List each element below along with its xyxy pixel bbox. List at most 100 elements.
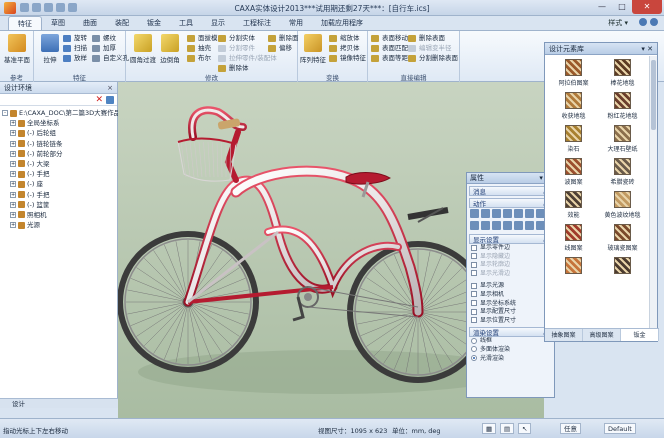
help-icon[interactable]	[639, 18, 647, 26]
action-icon[interactable]	[514, 209, 523, 218]
edit-variable-radius-button[interactable]: 编辑变半径	[408, 44, 452, 53]
library-item[interactable]: 波图案	[549, 158, 598, 187]
expand-icon[interactable]: +	[10, 191, 16, 198]
library-item[interactable]: 粉红花地毯	[598, 92, 647, 121]
tab-surface[interactable]: 曲面	[74, 16, 106, 30]
expand-icon[interactable]: +	[10, 160, 16, 167]
action-icon[interactable]	[470, 221, 479, 230]
action-icon[interactable]	[525, 221, 534, 230]
tree-item[interactable]: - E:\CAXA_DOC\第二篇3D大赛作品	[2, 108, 120, 118]
checkbox[interactable]	[471, 317, 477, 324]
tree-item[interactable]: + (-) 座	[2, 179, 117, 189]
filter-icon[interactable]	[106, 96, 114, 104]
checkbox[interactable]	[471, 282, 477, 289]
radio-button[interactable]	[471, 355, 477, 362]
tab-sketch[interactable]: 草图	[42, 16, 74, 30]
tab-common[interactable]: 常用	[280, 16, 312, 30]
library-close-icon[interactable]: ▾ ✕	[641, 43, 653, 55]
tab-annotation[interactable]: 工程标注	[234, 16, 280, 30]
delete-face-edit-button[interactable]: 删除表面	[408, 34, 445, 43]
checkbox[interactable]	[471, 270, 477, 277]
tree-item[interactable]: + (-) 前轮部分	[2, 149, 117, 159]
library-item[interactable]: 收获地毯	[549, 92, 598, 121]
checkbox[interactable]	[471, 244, 477, 251]
tree-item[interactable]: + 全局坐标系	[2, 118, 117, 128]
tab-advanced-patterns[interactable]: 高级图案	[583, 329, 621, 341]
expand-icon[interactable]: +	[10, 130, 16, 137]
action-icon[interactable]	[492, 221, 501, 230]
tolerance-select[interactable]: 任意	[560, 423, 581, 434]
thread-button[interactable]: 螺纹	[92, 34, 116, 43]
library-item[interactable]: 大理石壁纸	[598, 125, 647, 154]
library-item[interactable]: 染石	[549, 125, 598, 154]
expand-icon[interactable]: +	[10, 171, 16, 178]
expand-icon[interactable]: +	[10, 140, 16, 147]
render-option[interactable]: 线框	[467, 337, 554, 346]
section-render[interactable]: 渲染设置 ︽	[469, 327, 552, 338]
library-item[interactable]: 效能	[549, 191, 598, 220]
action-icon[interactable]	[514, 221, 523, 230]
tree-item[interactable]: + (-) 大梁	[2, 159, 117, 169]
radio-button[interactable]	[471, 346, 477, 353]
custom-hole-button[interactable]: 自定义孔	[92, 54, 129, 63]
scroll-thumb[interactable]	[651, 60, 656, 130]
expand-icon[interactable]: +	[10, 120, 16, 127]
tree-item[interactable]: + (-) 手把	[2, 190, 117, 200]
library-scrollbar[interactable]	[649, 56, 657, 328]
checkbox[interactable]	[471, 308, 477, 315]
loft-button[interactable]: 放样	[63, 54, 87, 63]
library-item[interactable]: 黄色波纹地毯	[598, 191, 647, 220]
library-item[interactable]: 玻璃瓷图案	[598, 224, 647, 253]
tab-assembly[interactable]: 装配	[106, 16, 138, 30]
checkbox[interactable]	[471, 261, 477, 268]
action-icon[interactable]	[470, 209, 479, 218]
split-part-button[interactable]: 分割零件	[218, 44, 255, 53]
close-button[interactable]: ✕	[632, 0, 662, 14]
face-move-button[interactable]: 表面移动	[371, 34, 408, 43]
display-option[interactable]: 显示零件边	[467, 244, 554, 253]
grid-toggle[interactable]: ▤	[500, 423, 515, 434]
display-option[interactable]: 显示光源	[467, 282, 554, 291]
action-icon[interactable]	[481, 221, 490, 230]
panel-close-button[interactable]: ×	[107, 82, 113, 94]
tree-item[interactable]: + (-) 篮筐	[2, 200, 117, 210]
tab-abstract-patterns[interactable]: 抽象图案	[545, 329, 583, 341]
render-option[interactable]: 多面体渲染	[467, 346, 554, 355]
display-option[interactable]: 显示隐藏边	[467, 253, 554, 262]
expand-icon[interactable]: +	[10, 150, 16, 157]
action-icon[interactable]	[492, 209, 501, 218]
tree-item[interactable]: + 光源	[2, 220, 117, 230]
section-display[interactable]: 显示设置 ︽	[469, 234, 552, 244]
tree-item[interactable]: + (-) 手把	[2, 169, 117, 179]
tab-addins[interactable]: 加载应用程序	[312, 16, 372, 30]
minimize-button[interactable]: —	[592, 0, 612, 14]
snap-toggle[interactable]: ▦	[482, 423, 497, 434]
tab-sheet-metal[interactable]: 钣金	[621, 329, 659, 341]
render-option[interactable]: 光滑渲染	[467, 355, 554, 364]
tree-item[interactable]: + 照相机	[2, 210, 117, 220]
section-message[interactable]: 消息 ︽	[469, 186, 552, 196]
cursor-toggle[interactable]: ↖	[518, 423, 532, 434]
style-menu[interactable]: 样式 ▾	[608, 18, 628, 28]
library-item[interactable]: 希腊瓷砖	[598, 158, 647, 187]
checkbox[interactable]	[471, 253, 477, 260]
maximize-button[interactable]: □	[612, 0, 632, 14]
info-icon[interactable]	[650, 18, 658, 26]
delete-face-button[interactable]: 删除面	[268, 34, 299, 43]
display-option[interactable]: 显示轮廓边	[467, 261, 554, 270]
display-option[interactable]: 显示位置尺寸	[467, 317, 554, 326]
display-option[interactable]: 显示配置尺寸	[467, 308, 554, 317]
chamfer-button[interactable]: 边倒角	[156, 34, 184, 64]
shell-button[interactable]: 抽壳	[187, 44, 211, 53]
datum-plane-button[interactable]: 基准平面	[3, 34, 31, 64]
sweep-button[interactable]: 扫描	[63, 44, 87, 53]
offset-button[interactable]: 偏移	[268, 44, 292, 53]
pattern-feature-button[interactable]: 阵列特征	[298, 34, 328, 64]
scale-body-button[interactable]: 缩放体	[329, 34, 360, 43]
fillet-button[interactable]: 圆角过渡	[129, 34, 157, 64]
extrude-part-button[interactable]: 拉伸零件/装配体	[218, 54, 277, 63]
style-select[interactable]: Default	[604, 423, 636, 434]
expand-icon[interactable]: +	[10, 201, 16, 208]
mirror-feature-button[interactable]: 镜像特征	[329, 54, 366, 63]
tree-item[interactable]: + (-) 链轮链条	[2, 139, 117, 149]
